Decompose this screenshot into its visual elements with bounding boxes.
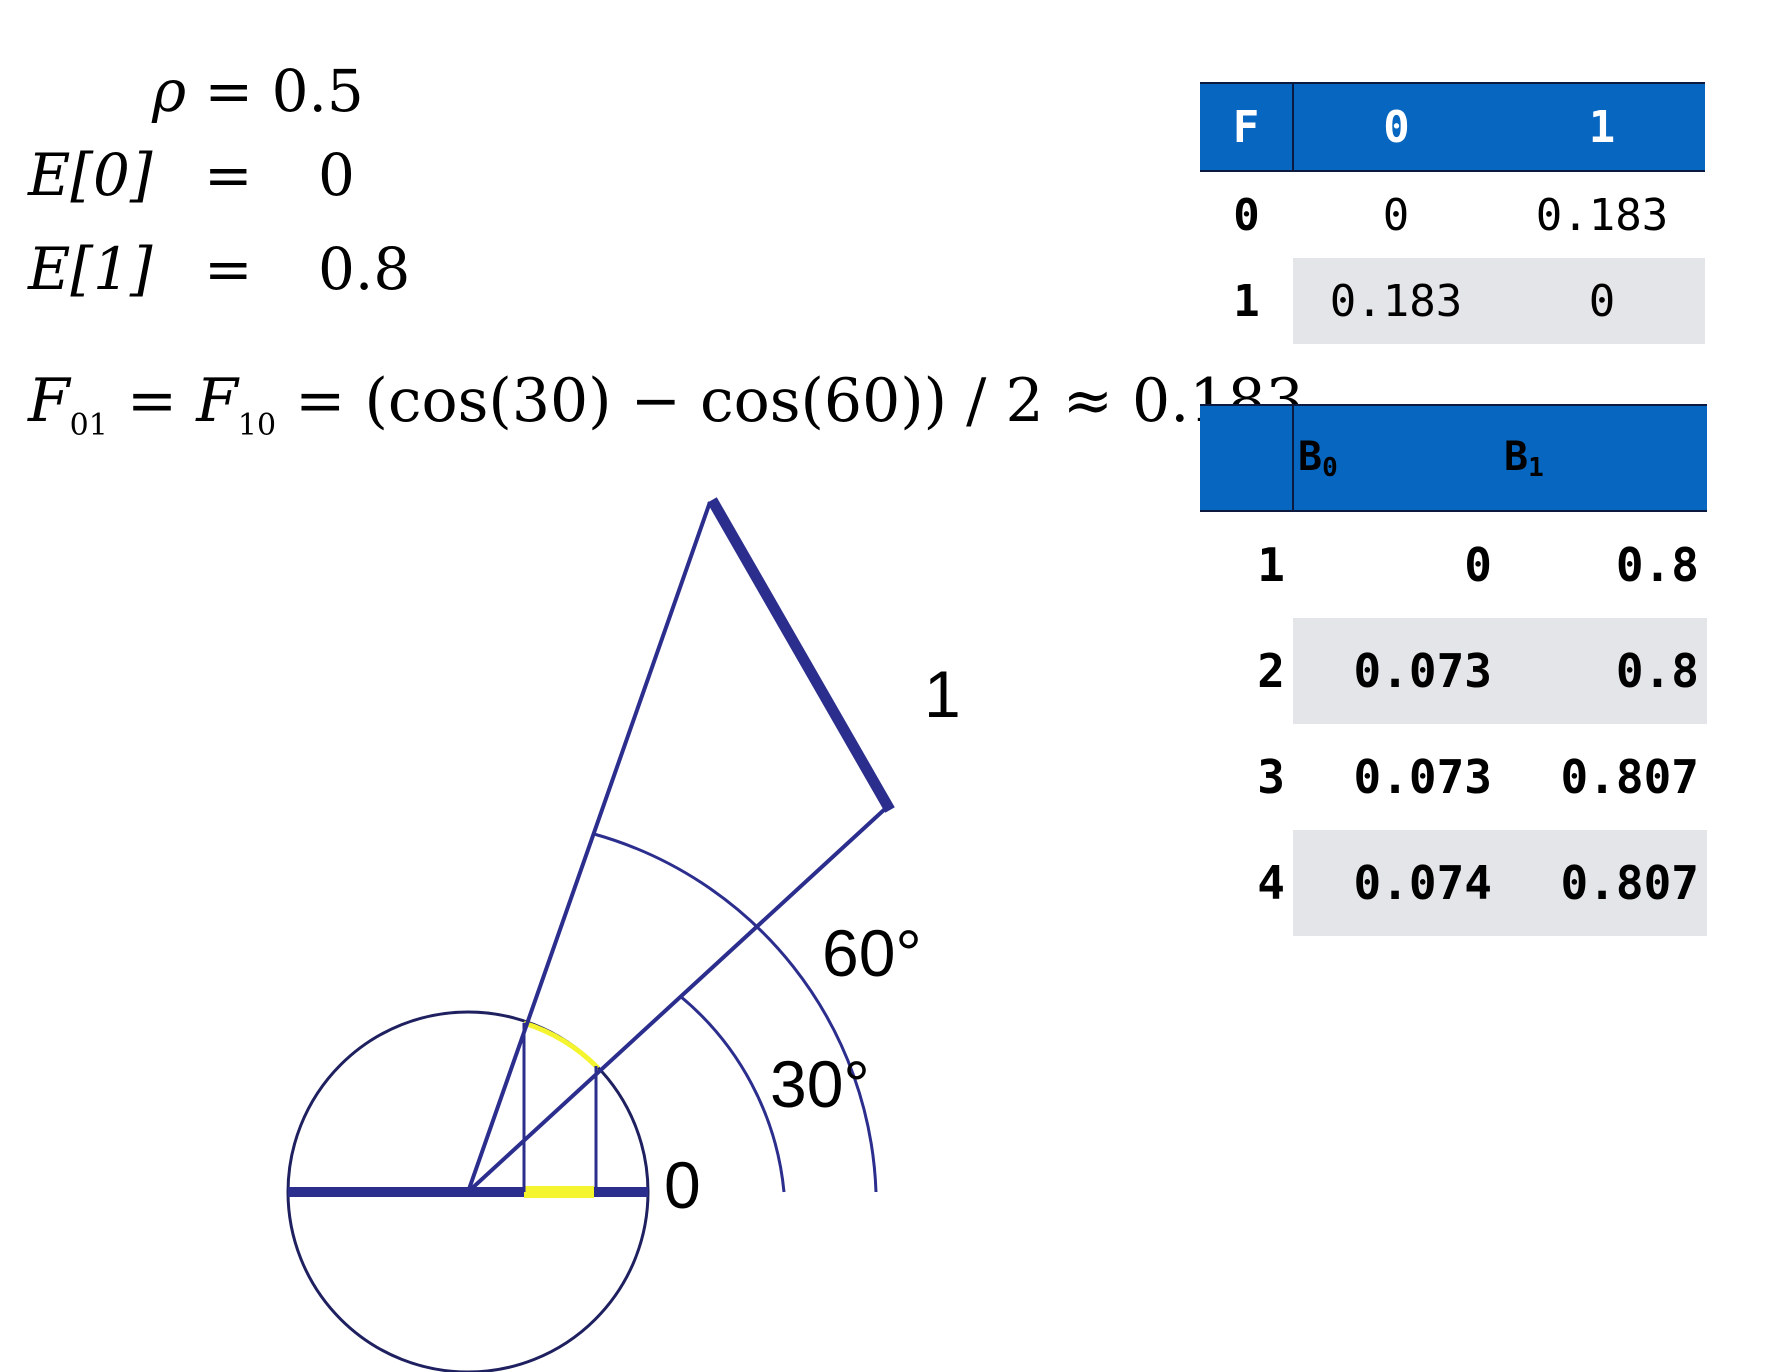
angle-arc-60 <box>593 832 878 1193</box>
patch-1-line <box>707 497 895 813</box>
ray-60-deg <box>466 501 712 1193</box>
ray-30-deg <box>466 806 888 1194</box>
nusselt-diagram: 0 1 30° 60° <box>286 497 961 1372</box>
projected-arc-highlight <box>523 1020 600 1070</box>
angle-60-label: 60° <box>822 916 922 990</box>
angle-30-label: 30° <box>770 1047 870 1121</box>
patch-1-label: 1 <box>924 657 961 731</box>
patch-0-label: 0 <box>664 1148 701 1222</box>
